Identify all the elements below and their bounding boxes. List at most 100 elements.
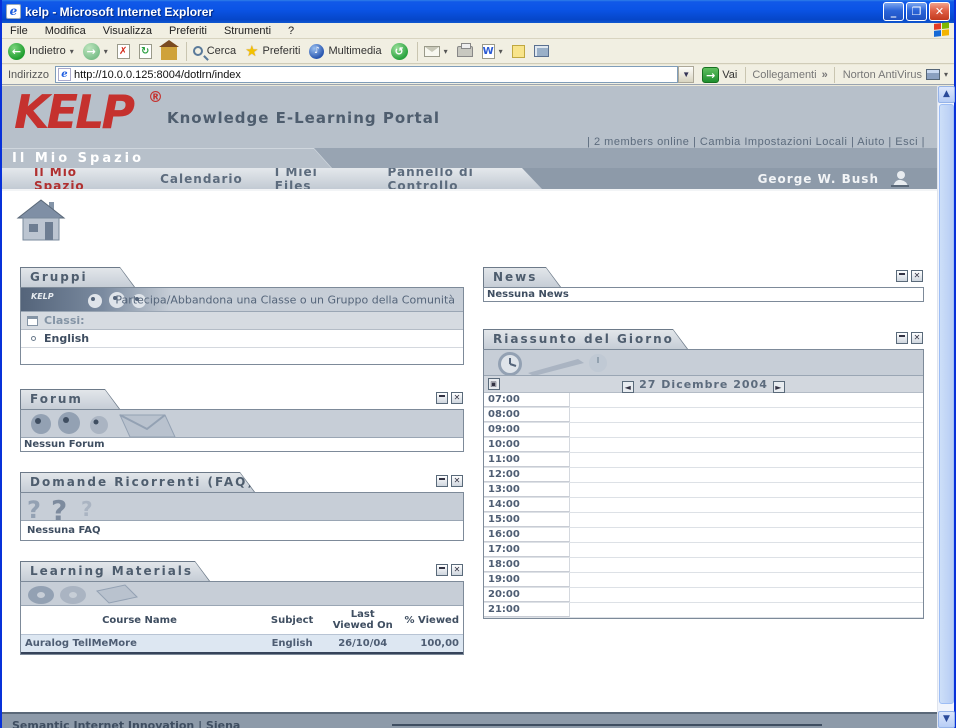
space-tab[interactable]: Il Mio Spazio (2, 148, 332, 168)
norton-antivirus-toolbar[interactable]: Norton AntiVirus▾ (834, 67, 954, 83)
svg-text:KELP: KELP (31, 292, 54, 301)
calendar-date: 27 Dicembre 2004 (639, 378, 768, 391)
forum-empty-text: Nessun Forum (21, 438, 463, 451)
hour-row[interactable]: 11:00 (484, 453, 923, 468)
classi-section-label: Classi: (21, 312, 463, 330)
riassunto-close-button[interactable]: ✕ (911, 332, 923, 344)
menu-help[interactable]: ? (288, 25, 294, 37)
cell-last-viewed: 26/10/04 (326, 635, 399, 653)
browser-window: e kelp - Microsoft Internet Explorer _ ❐… (0, 0, 956, 728)
forward-button[interactable]: →▾ (83, 43, 108, 60)
hour-row[interactable]: 13:00 (484, 483, 923, 498)
menu-modifica[interactable]: Modifica (45, 25, 86, 37)
minimize-button[interactable]: _ (883, 2, 904, 21)
hour-row[interactable]: 19:00 (484, 573, 923, 588)
restore-button[interactable]: ❐ (906, 2, 927, 21)
faq-close-button[interactable]: ✕ (451, 475, 463, 487)
col-subject: Subject (258, 606, 326, 635)
space-tab-bar: Il Mio Spazio (2, 148, 939, 168)
gruppi-banner: KELP Partecipa/Abbandona una Classe o un… (21, 288, 463, 312)
scroll-down-button[interactable]: ▼ (938, 711, 955, 728)
bullet-icon (31, 336, 36, 341)
hour-row[interactable]: 14:00 (484, 498, 923, 513)
menu-strumenti[interactable]: Strumenti (224, 25, 271, 37)
go-icon: → (702, 67, 719, 83)
scroll-up-button[interactable]: ▲ (938, 86, 955, 103)
news-minimize-button[interactable] (896, 270, 908, 282)
links-toolbar[interactable]: Collegamenti» (745, 67, 833, 83)
forum-close-button[interactable]: ✕ (451, 392, 463, 404)
page-footer: Semantic Internet Innovation | Siena (2, 712, 939, 728)
back-button[interactable]: ←Indietro▾ (8, 43, 74, 60)
prev-day-button[interactable]: ◄ (622, 381, 634, 393)
stop-icon: ✗ (117, 44, 130, 59)
tab-pannello-di-controllo[interactable]: Pannello di Controllo (388, 165, 542, 193)
edit-word-button[interactable]: W▾ (482, 44, 503, 59)
hour-row[interactable]: 07:00 (484, 393, 923, 408)
faq-minimize-button[interactable] (436, 475, 448, 487)
footer-text[interactable]: Semantic Internet Innovation | Siena (12, 719, 240, 728)
discuss-button[interactable] (512, 45, 525, 58)
home-button[interactable] (161, 43, 177, 60)
next-day-button[interactable]: ► (773, 381, 785, 393)
cell-course-name[interactable]: Auralog TellMeMore (21, 635, 258, 653)
page-content: KELP ® Knowledge E-Learning Portal | 2 m… (2, 86, 939, 728)
page-icon: e (58, 68, 71, 81)
search-button[interactable]: Cerca (193, 45, 236, 57)
home-page-icon[interactable] (16, 198, 66, 244)
media-icon: ♪ (309, 44, 324, 59)
table-row[interactable]: Auralog TellMeMore English 26/10/04 100,… (21, 635, 463, 653)
col-pct-viewed: % Viewed (399, 606, 463, 635)
cd-media-icon (25, 583, 155, 606)
media-button[interactable]: ♪Multimedia (309, 44, 381, 59)
mail-button[interactable]: ▾ (424, 46, 448, 57)
hour-row[interactable]: 21:00 (484, 603, 923, 618)
hour-row[interactable]: 10:00 (484, 438, 923, 453)
portlet-faq: Domande Ricorrenti (FAQ) ✕ ? ? ? Nessuna… (20, 472, 464, 541)
tab-calendario[interactable]: Calendario (160, 172, 243, 186)
portlet-riassunto: Riassunto del Giorno ✕ (483, 329, 924, 619)
hour-row[interactable]: 08:00 (484, 408, 923, 423)
learning-minimize-button[interactable] (436, 564, 448, 576)
tab-i-miei-files[interactable]: I Miei Files (275, 165, 356, 193)
address-url: http://10.0.0.125:8004/dotlrn/index (74, 69, 241, 81)
stop-button[interactable]: ✗ (117, 44, 130, 59)
window-title: kelp - Microsoft Internet Explorer (25, 5, 881, 19)
menu-bar: File Modifica Visualizza Preferiti Strum… (2, 23, 954, 39)
messenger-button[interactable] (534, 45, 549, 57)
gruppi-join-link[interactable]: Partecipa/Abbandona una Classe o un Grup… (115, 293, 455, 306)
close-button[interactable]: ✕ (929, 2, 950, 21)
hour-row[interactable]: 16:00 (484, 528, 923, 543)
riassunto-minimize-button[interactable] (896, 332, 908, 344)
address-input[interactable]: e http://10.0.0.125:8004/dotlrn/index (55, 66, 678, 83)
menu-file[interactable]: File (10, 25, 28, 37)
hour-row[interactable]: 09:00 (484, 423, 923, 438)
browser-toolbar: ←Indietro▾ →▾ ✗ ↻ Cerca ★Preferiti ♪Mult… (2, 39, 954, 64)
hour-row[interactable]: 15:00 (484, 513, 923, 528)
address-dropdown-button[interactable]: ▼ (678, 66, 694, 83)
scroll-thumb[interactable] (939, 104, 954, 704)
menu-preferiti[interactable]: Preferiti (169, 25, 207, 37)
hour-row[interactable]: 18:00 (484, 558, 923, 573)
learning-close-button[interactable]: ✕ (451, 564, 463, 576)
hour-row[interactable]: 12:00 (484, 468, 923, 483)
windows-logo-icon (934, 22, 950, 38)
favorites-button[interactable]: ★Preferiti (245, 42, 300, 60)
news-close-button[interactable]: ✕ (911, 270, 923, 282)
class-item-english[interactable]: English (21, 330, 463, 348)
history-button[interactable]: ↺ (391, 43, 408, 60)
forum-banner (21, 410, 463, 438)
news-empty-text: Nessuna News (484, 288, 923, 301)
print-button[interactable] (457, 46, 473, 57)
registered-mark: ® (148, 88, 163, 106)
refresh-button[interactable]: ↻ (139, 44, 152, 59)
forum-minimize-button[interactable] (436, 392, 448, 404)
hour-row[interactable]: 20:00 (484, 588, 923, 603)
header-meta-links[interactable]: | 2 members online | Cambia Impostazioni… (587, 136, 925, 148)
hour-row[interactable]: 17:00 (484, 543, 923, 558)
go-button[interactable]: →Vai (702, 67, 737, 83)
tab-il-mio-spazio[interactable]: Il Mio Spazio (34, 165, 128, 193)
portlet-news: News ✕ Nessuna News (483, 267, 924, 302)
vertical-scrollbar[interactable]: ▲ ▼ (937, 86, 954, 728)
menu-visualizza[interactable]: Visualizza (103, 25, 152, 37)
